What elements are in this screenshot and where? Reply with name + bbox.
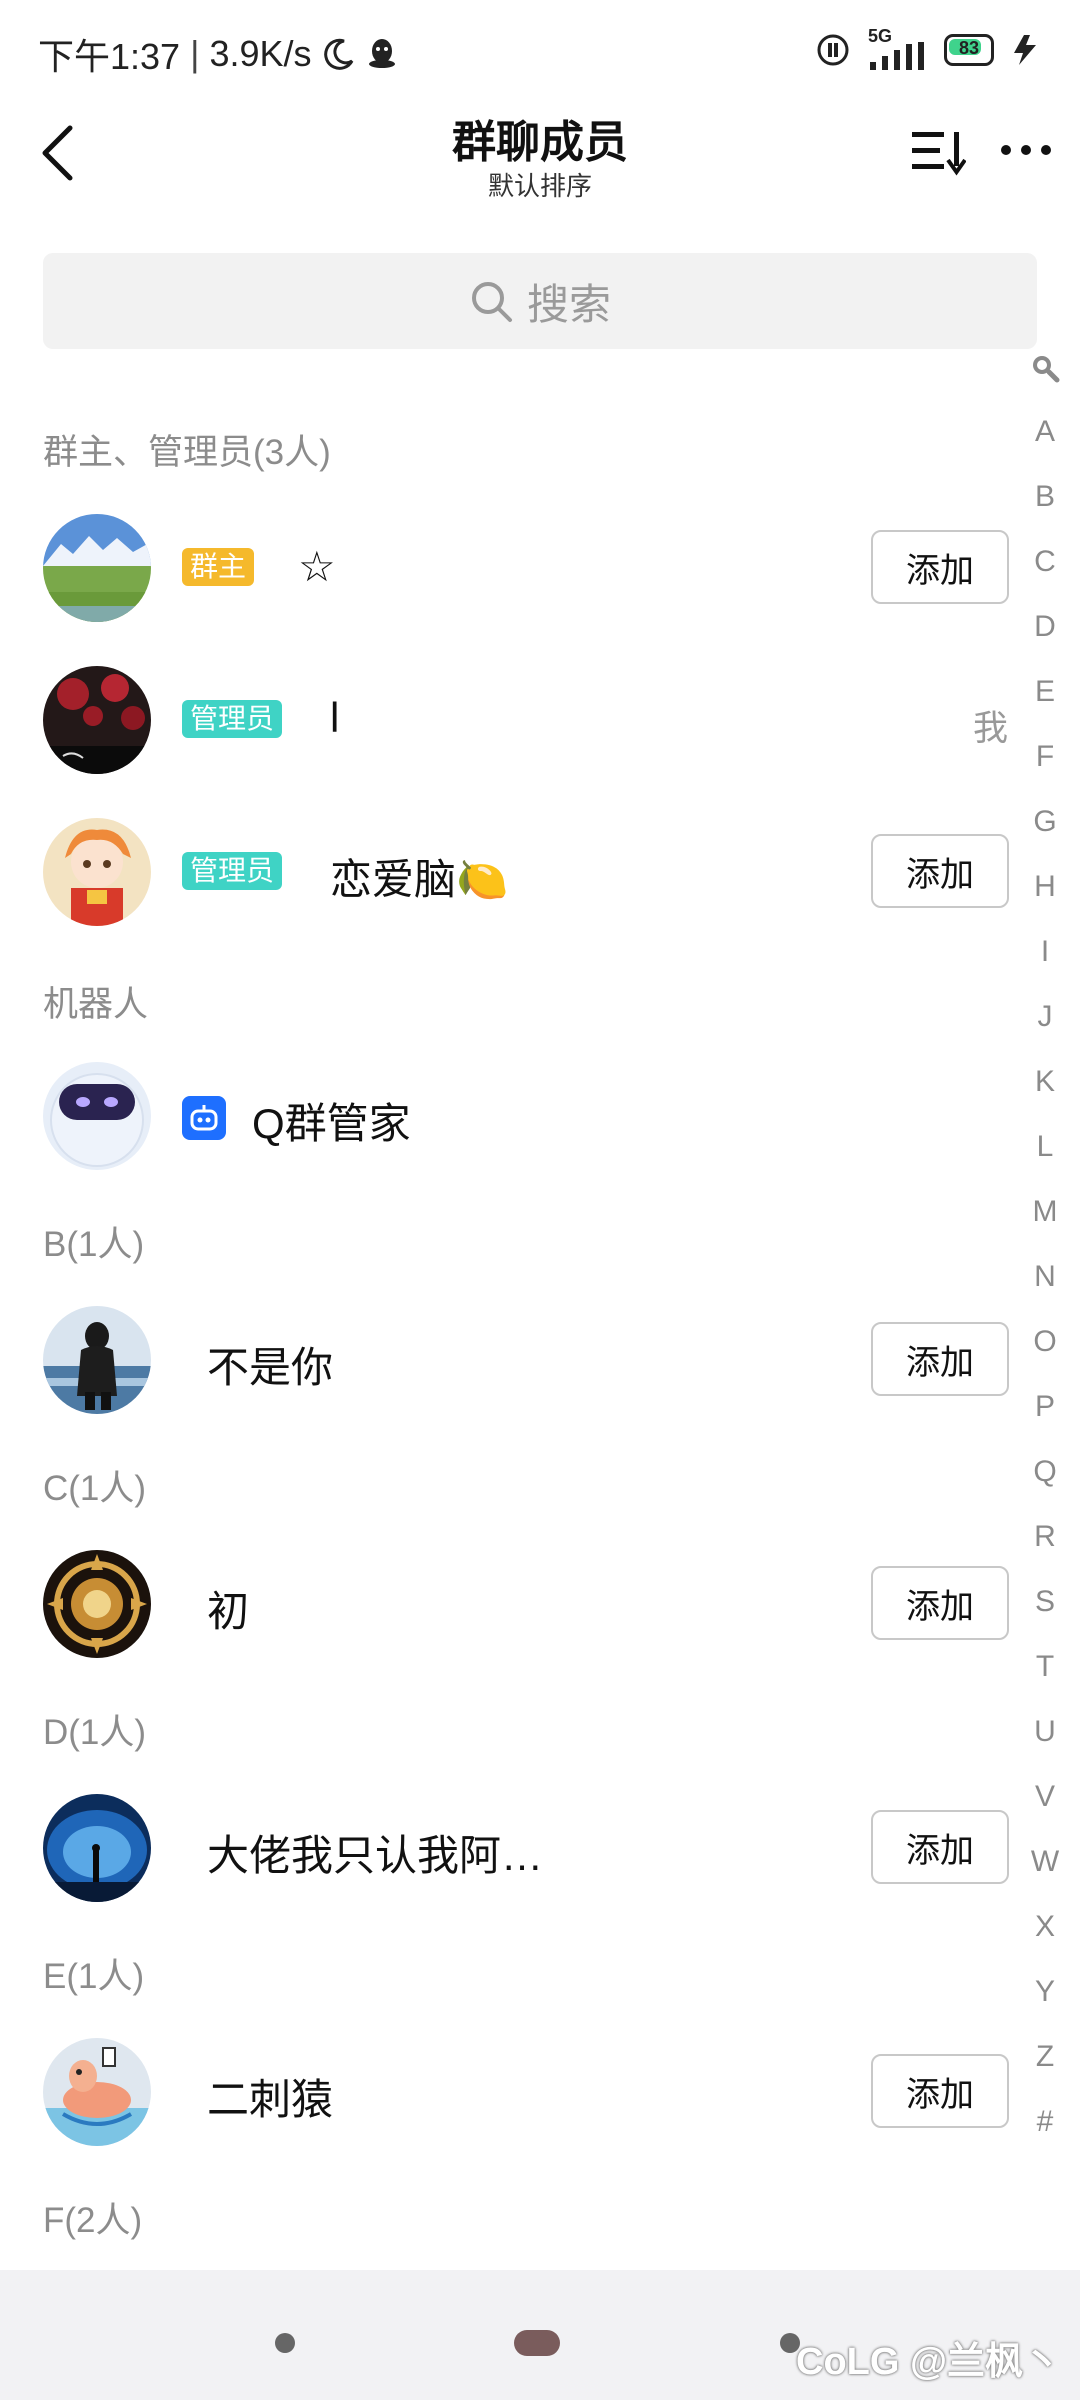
member-name: 恋爱脑🍋 (330, 856, 509, 903)
member-row-owner[interactable]: 群主 ☆ 添加 (0, 504, 1020, 634)
battery-icon: 83 (944, 34, 994, 66)
owner-badge: 群主 (182, 548, 255, 586)
index-letter[interactable]: F (1020, 740, 1070, 774)
index-letter[interactable]: G (1020, 805, 1070, 839)
sort-button[interactable] (910, 126, 967, 176)
admin-badge: 管理员 (182, 852, 283, 890)
index-letter[interactable]: X (1020, 1910, 1070, 1944)
index-letter[interactable]: B (1020, 480, 1070, 514)
section-header-b: B(1人) (43, 1225, 145, 1264)
member-name: 初 (207, 1588, 250, 1635)
index-letter[interactable]: # (1020, 2105, 1070, 2139)
moon-icon (323, 38, 353, 70)
status-right: 5G 83 (816, 26, 1040, 70)
sort-icon (912, 132, 967, 176)
nav-bar: 群聊成员 默认排序 (0, 100, 1080, 210)
battery-level: 83 (958, 38, 980, 58)
avatar (43, 818, 151, 926)
recents-button[interactable] (275, 2333, 295, 2353)
search-icon (471, 282, 512, 322)
index-letter[interactable]: O (1020, 1325, 1070, 1359)
member-row-admin-self[interactable]: 管理员 l 我 (0, 656, 1020, 786)
avatar (43, 2038, 151, 2146)
index-letter[interactable]: S (1020, 1585, 1070, 1619)
signal-icon (870, 42, 924, 70)
search-placeholder: 搜索 (526, 280, 611, 328)
avatar (43, 1062, 151, 1170)
avatar (43, 1550, 151, 1658)
index-letter[interactable]: N (1020, 1260, 1070, 1294)
avatar (43, 514, 151, 622)
index-letter[interactable]: C (1020, 545, 1070, 579)
add-friend-button[interactable]: 添加 (871, 2054, 1009, 2128)
index-letter[interactable]: H (1020, 870, 1070, 904)
index-letter[interactable]: Q (1020, 1455, 1070, 1489)
index-letter[interactable]: W (1020, 1845, 1070, 1879)
member-row[interactable]: 二刺猿 添加 (0, 2028, 1020, 2158)
index-letter[interactable]: P (1020, 1390, 1070, 1424)
more-icon (1001, 145, 1051, 155)
member-row-robot[interactable]: Q群管家 (0, 1052, 1020, 1182)
member-row[interactable]: 不是你 添加 (0, 1296, 1020, 1426)
search-input[interactable]: 搜索 (43, 253, 1037, 349)
status-divider: | (190, 33, 200, 74)
self-label: 我 (973, 709, 1009, 748)
index-letter[interactable]: A (1020, 415, 1070, 449)
section-header-robots: 机器人 (43, 985, 149, 1024)
add-friend-button[interactable]: 添加 (871, 530, 1009, 604)
member-name: ☆ (298, 543, 336, 590)
qq-icon (368, 39, 395, 68)
robot-icon (182, 1096, 226, 1140)
member-row[interactable]: 大佬我只认我阿… 添加 (0, 1784, 1020, 1914)
index-letter[interactable]: E (1020, 675, 1070, 709)
index-letter[interactable]: I (1020, 935, 1070, 969)
watermark: CoLG @兰枫丶 (796, 2341, 1062, 2383)
section-header-admins: 群主、管理员(3人) (43, 433, 331, 472)
index-letter[interactable]: M (1020, 1195, 1070, 1229)
index-search-icon[interactable] (1030, 353, 1060, 383)
avatar (43, 1794, 151, 1902)
member-name: 不是你 (207, 1344, 334, 1391)
status-time: 下午1:37 (38, 36, 181, 77)
add-friend-button[interactable]: 添加 (871, 1566, 1009, 1640)
avatar (43, 1306, 151, 1414)
status-bar: 下午1:37 | 3.9K/s 5G 83 (0, 0, 1080, 100)
more-button[interactable] (996, 130, 1056, 170)
section-header-f: F(2人) (43, 2201, 143, 2240)
index-letter[interactable]: L (1020, 1130, 1070, 1164)
add-friend-button[interactable]: 添加 (871, 834, 1009, 908)
index-letter[interactable]: D (1020, 610, 1070, 644)
hd-call-icon (817, 34, 849, 66)
status-left: 下午1:37 | 3.9K/s (38, 28, 398, 80)
index-letter[interactable]: Z (1020, 2040, 1070, 2074)
add-friend-button[interactable]: 添加 (871, 1322, 1009, 1396)
index-letter[interactable]: K (1020, 1065, 1070, 1099)
index-letter[interactable]: U (1020, 1715, 1070, 1749)
add-friend-button[interactable]: 添加 (871, 1810, 1009, 1884)
member-name: Q群管家 (252, 1100, 411, 1147)
index-letter[interactable]: Y (1020, 1975, 1070, 2009)
section-header-e: E(1人) (43, 1957, 145, 1996)
index-letter[interactable]: J (1020, 1000, 1070, 1034)
member-name: 大佬我只认我阿… (207, 1832, 544, 1879)
section-header-c: C(1人) (43, 1469, 147, 1508)
signal-5g: 5G (866, 26, 928, 70)
member-name: 二刺猿 (207, 2076, 334, 2123)
status-speed: 3.9K/s (209, 33, 312, 74)
avatar (43, 666, 151, 774)
index-letter[interactable]: V (1020, 1780, 1070, 1814)
index-letter[interactable]: T (1020, 1650, 1070, 1684)
member-row-admin[interactable]: 管理员 恋爱脑🍋 添加 (0, 808, 1020, 938)
member-row[interactable]: 初 添加 (0, 1540, 1020, 1670)
home-button[interactable] (514, 2330, 560, 2356)
section-header-d: D(1人) (43, 1713, 147, 1752)
member-name: l (330, 694, 340, 741)
index-letter[interactable]: R (1020, 1520, 1070, 1554)
admin-badge: 管理员 (182, 700, 283, 738)
charging-icon (1014, 35, 1036, 65)
